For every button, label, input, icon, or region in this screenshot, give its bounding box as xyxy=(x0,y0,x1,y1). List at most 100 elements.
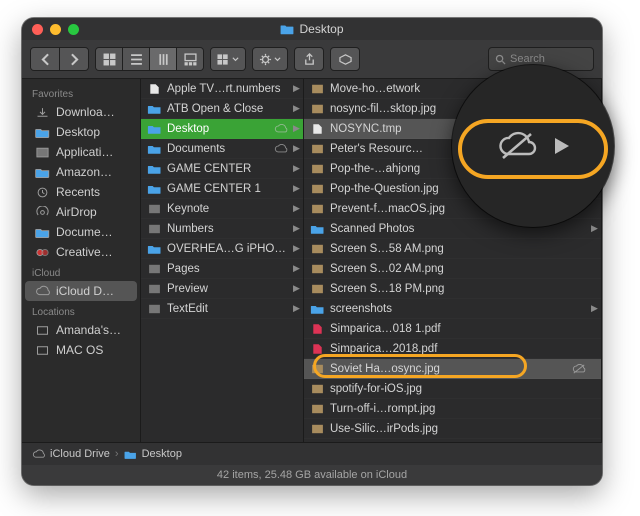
cloud-icon xyxy=(35,285,50,298)
app-icon xyxy=(147,203,162,215)
group-button[interactable] xyxy=(211,48,245,70)
sidebar-item[interactable]: Docume… xyxy=(25,222,137,242)
sidebar-item[interactable]: MAC OS xyxy=(25,340,137,360)
img-icon xyxy=(310,143,325,155)
sidebar-item-label: MAC OS xyxy=(56,343,103,357)
img-icon xyxy=(310,243,325,255)
sidebar-item-label: Amazon… xyxy=(56,165,112,179)
cloud-slash-icon xyxy=(497,131,537,161)
folder-icon xyxy=(35,226,50,239)
sidebar-item-label: iCloud D… xyxy=(56,284,114,298)
file-row[interactable]: OVERHEA…G iPHONE▶ xyxy=(141,239,303,259)
file-row[interactable]: Numbers▶ xyxy=(141,219,303,239)
disclosure-chevron-icon: ▶ xyxy=(293,203,299,214)
folder-icon xyxy=(147,243,162,255)
folder-icon xyxy=(124,449,137,460)
list-view-button[interactable] xyxy=(123,48,150,70)
file-name: Preview xyxy=(167,283,288,295)
back-button[interactable] xyxy=(31,48,60,70)
column-view-button[interactable] xyxy=(150,48,177,70)
img-icon xyxy=(310,363,325,375)
pdf-icon xyxy=(310,323,325,335)
file-row[interactable]: Soviet Ha…osync.jpg xyxy=(304,359,601,379)
gallery-view-button[interactable] xyxy=(177,48,203,70)
file-row[interactable]: Screen S…18 PM.png xyxy=(304,279,601,299)
file-row[interactable]: Turn-off-i…rompt.jpg xyxy=(304,399,601,419)
file-row[interactable]: Apple TV…rt.numbers▶ xyxy=(141,79,303,99)
file-row[interactable]: Preview ▶ xyxy=(141,279,303,299)
file-row[interactable]: Desktop ▶ xyxy=(141,119,303,139)
cloud-icon xyxy=(274,124,288,134)
file-name: TextEdit xyxy=(167,303,288,315)
folder-icon xyxy=(35,126,50,139)
share-button[interactable] xyxy=(294,47,324,71)
file-row[interactable]: Simparica…2018.pdf xyxy=(304,339,601,359)
sidebar-item-label: Applicati… xyxy=(56,145,113,159)
path-bar[interactable]: iCloud Drive›Desktop xyxy=(22,442,602,465)
airdrop-icon xyxy=(35,206,50,219)
file-name: Turn-off-i…rompt.jpg xyxy=(330,403,586,415)
disclosure-chevron-icon: ▶ xyxy=(293,103,299,114)
file-row[interactable]: ATB Open & Close▶ xyxy=(141,99,303,119)
disclosure-chevron-icon: ▶ xyxy=(293,143,299,154)
path-segment[interactable]: iCloud Drive xyxy=(50,448,110,460)
icon-view-button[interactable] xyxy=(96,48,123,70)
sidebar-item[interactable]: Amazon… xyxy=(25,162,137,182)
file-row[interactable]: GAME CENTER 1▶ xyxy=(141,179,303,199)
file-row[interactable]: Documents ▶ xyxy=(141,139,303,159)
disclosure-chevron-icon: ▶ xyxy=(293,283,299,294)
titlebar[interactable]: Desktop xyxy=(22,18,602,40)
file-name: Simparica…018 1.pdf xyxy=(330,323,586,335)
zoom-callout xyxy=(452,65,614,227)
sidebar-header: iCloud xyxy=(22,262,140,281)
file-row[interactable]: GAME CENTER▶ xyxy=(141,159,303,179)
status-bar: 42 items, 25.48 GB available on iCloud xyxy=(22,465,602,485)
doc-icon xyxy=(310,123,325,135)
sidebar-item[interactable]: Desktop xyxy=(25,122,137,142)
sidebar-item[interactable]: Amanda's… xyxy=(25,320,137,340)
sidebar-item[interactable]: Creative… xyxy=(25,242,137,262)
disclosure-chevron-icon: ▶ xyxy=(293,123,299,134)
column-1[interactable]: Apple TV…rt.numbers▶ATB Open & Close▶Des… xyxy=(141,79,304,442)
sidebar-item[interactable]: iCloud D… xyxy=(25,281,137,301)
folder-icon xyxy=(147,103,162,115)
sidebar-item[interactable]: Applicati… xyxy=(25,142,137,162)
sidebar-item[interactable]: Recents xyxy=(25,182,137,202)
sidebar-header: Locations xyxy=(22,301,140,320)
file-row[interactable]: Simparica…018 1.pdf xyxy=(304,319,601,339)
file-row[interactable]: Screen S…58 AM.png xyxy=(304,239,601,259)
img-icon xyxy=(310,403,325,415)
file-name: Documents xyxy=(167,143,269,155)
clock-icon xyxy=(35,186,50,199)
sidebar-item-label: Downloa… xyxy=(56,105,115,119)
file-row[interactable]: Keynote▶ xyxy=(141,199,303,219)
file-row[interactable]: Screen S…02 AM.png xyxy=(304,259,601,279)
app-icon xyxy=(147,263,162,275)
file-row[interactable]: Pages▶ xyxy=(141,259,303,279)
file-name: GAME CENTER xyxy=(167,163,288,175)
action-button[interactable] xyxy=(252,47,288,71)
group-arrange xyxy=(210,47,246,71)
forward-button[interactable] xyxy=(60,48,88,70)
sidebar-item[interactable]: AirDrop xyxy=(25,202,137,222)
search-icon xyxy=(495,54,506,65)
sidebar-item-label: Docume… xyxy=(56,225,113,239)
file-name: Screen S…02 AM.png xyxy=(330,263,586,275)
sidebar-item[interactable]: Downloa… xyxy=(25,102,137,122)
folder-icon xyxy=(147,183,162,195)
folder-icon xyxy=(280,23,294,35)
disclosure-chevron-icon: ▶ xyxy=(591,223,597,234)
sidebar-item-label: Desktop xyxy=(56,125,100,139)
disk-icon xyxy=(35,324,50,337)
file-row[interactable]: screenshots▶ xyxy=(304,299,601,319)
disclosure-triangle-icon xyxy=(555,138,569,154)
file-name: Desktop xyxy=(167,123,269,135)
file-row[interactable]: Use-Silic…irPods.jpg xyxy=(304,419,601,439)
path-segment[interactable]: Desktop xyxy=(142,448,182,460)
disclosure-chevron-icon: ▶ xyxy=(293,243,299,254)
file-row[interactable]: spotify-for-iOS.jpg xyxy=(304,379,601,399)
cloud-icon xyxy=(32,449,45,460)
img-icon xyxy=(310,283,325,295)
tags-button[interactable] xyxy=(330,47,360,71)
file-row[interactable]: TextEdit▶ xyxy=(141,299,303,319)
